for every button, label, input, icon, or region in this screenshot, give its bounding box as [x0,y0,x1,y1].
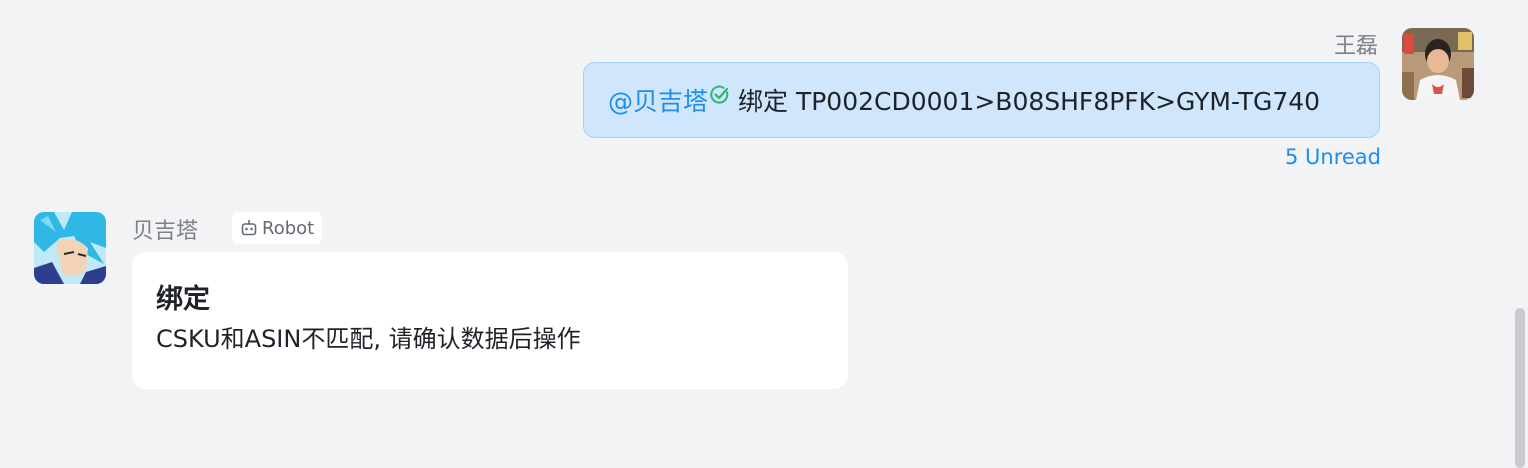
check-circle-icon [710,82,730,104]
card-body: CSKU和ASIN不匹配, 请确认数据后操作 [156,325,581,353]
mention-link[interactable]: @贝吉塔 [608,82,708,118]
avatar-image [34,212,106,284]
message-text: 绑定 TP002CD0001>B08SHF8PFK>GYM-TG740 [738,87,1321,116]
scrollbar-thumb[interactable] [1515,308,1525,468]
robot-badge: Robot [232,212,323,244]
robot-badge-label: Robot [262,217,315,239]
bot-name: 贝吉塔 [132,219,199,244]
unread-count-link[interactable]: 5 Unread [1285,145,1381,169]
bot-avatar[interactable] [34,212,106,284]
scrollbar[interactable] [1512,0,1528,468]
sender-avatar[interactable] [1402,28,1474,100]
avatar-photo [1402,28,1474,100]
robot-icon [241,219,257,236]
message-bubble[interactable]: @贝吉塔 绑定 TP002CD0001>B08SHF8PFK>GYM-TG740 [583,62,1380,138]
sender-name: 王磊 [1333,34,1378,59]
message-card[interactable]: 绑定 CSKU和ASIN不匹配, 请确认数据后操作 [132,252,848,389]
card-title: 绑定 [156,284,210,315]
